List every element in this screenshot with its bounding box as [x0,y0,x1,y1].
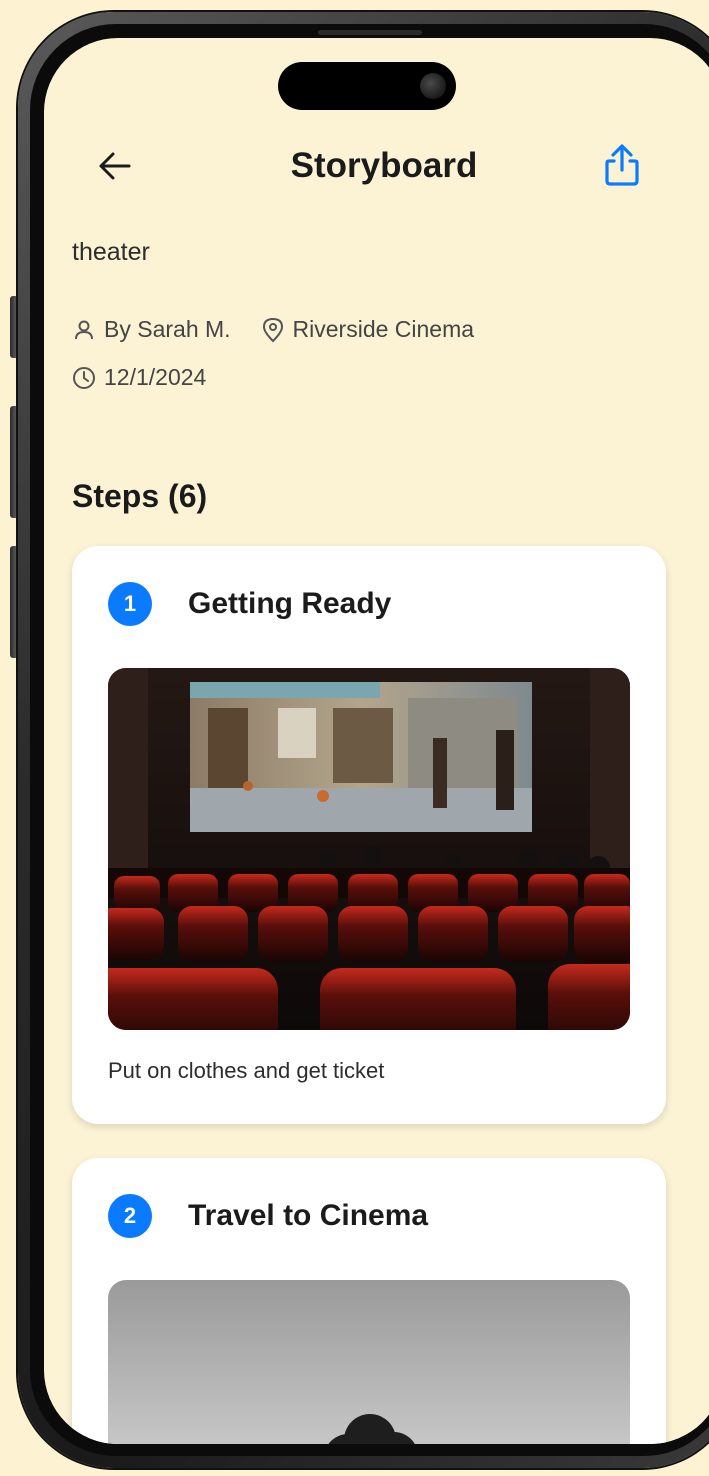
step-image-theater [108,668,630,1030]
location-meta: Riverside Cinema [261,316,475,343]
location-pin-icon [262,317,283,342]
movie-theater-photo [108,668,630,1030]
step-image-tree [108,1280,630,1444]
top-bar: Storyboard [44,138,709,194]
step-description: Put on clothes and get ticket [108,1058,385,1083]
step-card[interactable]: 1 Getting Ready Put on clothes and get t… [72,546,666,1124]
step-title: Travel to Cinema [188,1199,429,1232]
dynamic-island [278,62,456,110]
device-stage: Storyboard theater By Sarah M. Riverside… [0,0,709,1476]
steps-heading: Steps (6) [72,478,208,514]
location-name: Riverside Cinema [292,316,475,342]
app-screen: Storyboard theater By Sarah M. Riverside… [44,38,709,1444]
step-number-badge: 2 [108,1194,152,1238]
author-name: By Sarah M. [104,316,231,342]
step-header: 1 Getting Ready [108,582,391,626]
step-card[interactable]: 2 Travel to Cinema [72,1158,666,1444]
person-icon [75,320,93,339]
front-camera-icon [420,73,446,99]
story-date: 12/1/2024 [104,364,207,390]
speaker-slot [318,30,422,35]
step-header: 2 Travel to Cinema [108,1194,428,1238]
clock-icon [73,366,95,389]
share-button[interactable] [600,142,644,188]
step-number-badge: 1 [108,582,152,626]
step-title: Getting Ready [188,587,392,620]
meta-row-date: 12/1/2024 [72,364,236,391]
meta-row-author-location: By Sarah M. Riverside Cinema [72,316,504,343]
date-meta: 12/1/2024 [72,364,206,391]
author-meta: By Sarah M. [72,316,231,343]
story-subtitle: theater [72,238,150,266]
grayscale-tree-photo [108,1280,630,1444]
share-upload-icon [605,144,639,186]
